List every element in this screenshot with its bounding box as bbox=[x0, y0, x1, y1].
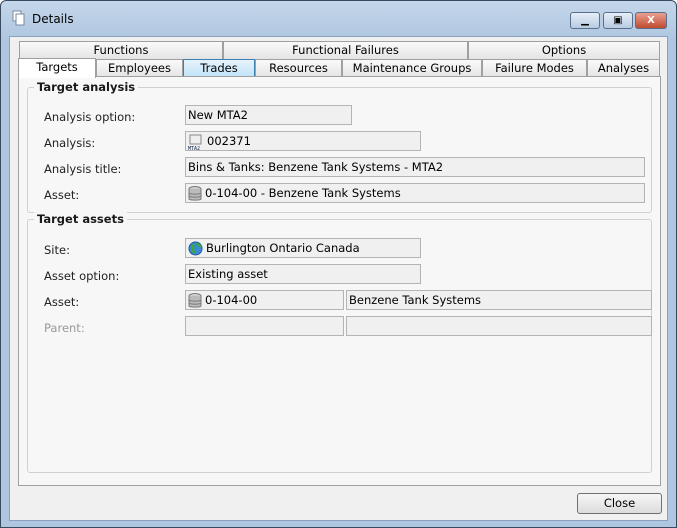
analysis-asset-field[interactable]: 0-104-00 - Benzene Tank Systems bbox=[185, 183, 645, 203]
analysis-title-field[interactable]: Bins & Tanks: Benzene Tank Systems - MTA… bbox=[185, 157, 645, 177]
parent-label: Parent: bbox=[44, 321, 85, 335]
tab-functional-failures[interactable]: Functional Failures bbox=[223, 41, 468, 59]
site-field[interactable]: Burlington Ontario Canada bbox=[185, 238, 421, 258]
target-asset-label: Asset: bbox=[44, 295, 80, 309]
close-window-button[interactable]: X bbox=[635, 12, 667, 29]
asset-option-field[interactable]: Existing asset bbox=[185, 264, 421, 284]
asset-option-label: Asset option: bbox=[44, 269, 120, 283]
analysis-field[interactable]: MTA2 002371 bbox=[185, 131, 421, 151]
tab-options[interactable]: Options bbox=[468, 41, 660, 59]
tab-functions[interactable]: Functions bbox=[19, 41, 223, 59]
window-title: Details bbox=[32, 12, 74, 26]
details-window: Details ▁ ▣ X Functions Functional Failu… bbox=[0, 0, 677, 528]
database-icon bbox=[188, 292, 202, 308]
tab-analyses[interactable]: Analyses bbox=[587, 59, 660, 77]
target-analysis-legend: Target analysis bbox=[34, 80, 139, 94]
tab-resources[interactable]: Resources bbox=[255, 59, 342, 77]
analysis-option-field[interactable]: New MTA2 bbox=[185, 105, 352, 125]
target-asset-code-field[interactable]: 0-104-00 bbox=[185, 290, 344, 310]
maximize-button[interactable]: ▣ bbox=[603, 12, 633, 29]
dialog-body: Functions Functional Failures Options Ta… bbox=[9, 36, 668, 521]
analysis-asset-label: Asset: bbox=[44, 188, 80, 202]
close-button[interactable]: Close bbox=[577, 493, 662, 514]
database-icon bbox=[188, 185, 202, 201]
analysis-asset-value: 0-104-00 - Benzene Tank Systems bbox=[205, 186, 401, 200]
analysis-title-label: Analysis title: bbox=[44, 162, 122, 176]
target-asset-code: 0-104-00 bbox=[205, 293, 258, 307]
site-label: Site: bbox=[44, 243, 70, 257]
globe-icon bbox=[188, 241, 203, 256]
target-assets-legend: Target assets bbox=[34, 212, 127, 226]
document-icon bbox=[12, 10, 25, 26]
tab-failure-modes[interactable]: Failure Modes bbox=[482, 59, 587, 77]
targets-panel: Target analysis Analysis option: New MTA… bbox=[18, 76, 661, 486]
tab-maintenance-groups[interactable]: Maintenance Groups bbox=[342, 59, 482, 77]
site-value: Burlington Ontario Canada bbox=[206, 241, 360, 255]
parent-name-field[interactable] bbox=[346, 316, 652, 336]
tab-trades[interactable]: Trades bbox=[183, 59, 255, 77]
parent-code-field[interactable] bbox=[185, 316, 344, 336]
svg-text:MTA2: MTA2 bbox=[188, 146, 200, 150]
mta2-analysis-icon: MTA2 bbox=[188, 134, 202, 150]
analysis-value: 002371 bbox=[207, 134, 251, 148]
minimize-button[interactable]: ▁ bbox=[570, 12, 600, 29]
analysis-label: Analysis: bbox=[44, 136, 96, 150]
target-asset-name-field[interactable]: Benzene Tank Systems bbox=[346, 290, 652, 310]
tab-targets[interactable]: Targets bbox=[18, 58, 96, 78]
tab-employees[interactable]: Employees bbox=[96, 59, 183, 77]
analysis-option-label: Analysis option: bbox=[44, 110, 136, 124]
